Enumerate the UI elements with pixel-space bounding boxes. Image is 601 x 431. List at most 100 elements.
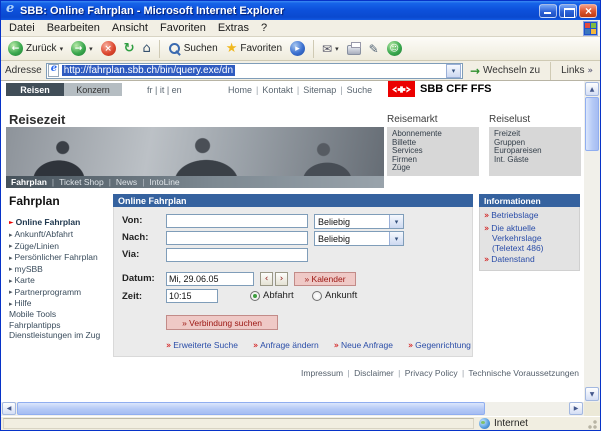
menu-favoriten[interactable]: Favoriten [154, 21, 212, 35]
forward-dropdown-icon[interactable] [89, 43, 93, 54]
top-link-home[interactable]: Home [228, 85, 252, 95]
verkehrslage-link[interactable]: »Die aktuelle Verkehrslage (Teletext 486… [484, 224, 575, 254]
address-dropdown-icon[interactable] [446, 64, 461, 78]
radio-icon[interactable] [312, 291, 322, 301]
go-button[interactable]: Wechseln zu [467, 63, 543, 79]
banner-tab-news[interactable]: News [116, 177, 137, 187]
sidebar-item-hilfe[interactable]: Hilfe [9, 298, 112, 310]
menu-ansicht[interactable]: Ansicht [106, 21, 154, 35]
vertical-scrollbar[interactable]: ▲ ▼ [584, 81, 600, 402]
browser-viewport: Reisen Konzern fr | it | en Home | Konta… [1, 81, 600, 402]
menu-extras[interactable]: Extras [212, 21, 255, 35]
via-input[interactable] [166, 248, 308, 262]
favorites-button[interactable]: Favoriten [223, 39, 285, 58]
close-button[interactable] [579, 4, 597, 18]
reisemarkt-link[interactable]: Züge [392, 164, 474, 173]
messenger-button[interactable] [384, 39, 405, 58]
scroll-left-icon[interactable]: ◀ [2, 402, 16, 415]
sidebar-item-fahrplantipps[interactable]: Fahrplantipps [9, 320, 112, 331]
top-link-suche[interactable]: Suche [347, 85, 373, 95]
horizontal-scroll-thumb[interactable] [17, 402, 485, 415]
language-links[interactable]: fr | it | en [147, 85, 182, 95]
menu-datei[interactable]: Datei [3, 21, 41, 35]
menu-hilfe[interactable]: ? [255, 21, 273, 35]
banner-tab-fahrplan[interactable]: Fahrplan [11, 177, 47, 187]
technische-voraussetzungen-link[interactable]: Technische Voraussetzungen [468, 368, 579, 378]
verbindung-suchen-button[interactable]: » Verbindung suchen [166, 315, 278, 330]
sidebar-item-dienstleistungen[interactable]: Dienstleistungen im Zug [9, 330, 112, 341]
sidebar-item-ankunft-abfahrt[interactable]: Ankunft/Abfahrt [9, 229, 112, 241]
anfrage-aendern-link[interactable]: »Anfrage ändern [253, 340, 319, 351]
sidebar-item-persoenlicher-fahrplan[interactable]: Persönlicher Fahrplan [9, 252, 112, 264]
sidebar-item-label: Partnerprogramm [15, 287, 82, 298]
forward-button[interactable]: → [68, 39, 96, 58]
neue-anfrage-link[interactable]: »Neue Anfrage [334, 340, 393, 351]
maximize-button[interactable] [559, 4, 577, 18]
disclaimer-link[interactable]: Disclaimer [354, 368, 394, 378]
ankunft-radio[interactable]: Ankunft [312, 290, 357, 301]
back-button[interactable]: ← Zurück [5, 39, 66, 58]
kalender-button[interactable]: » Kalender [294, 272, 356, 286]
sidebar-item-zuege-linien[interactable]: Züge/Linien [9, 240, 112, 252]
scroll-up-icon[interactable]: ▲ [585, 82, 599, 96]
vertical-scroll-thumb[interactable] [585, 97, 599, 151]
address-input[interactable]: http://fahrplan.sbb.ch/bin/query.exe/dn [46, 63, 463, 79]
home-button[interactable] [140, 39, 154, 58]
top-link-kontakt[interactable]: Kontakt [262, 85, 293, 95]
zeit-input[interactable] [166, 289, 218, 303]
edit-icon [369, 42, 379, 56]
sidebar-item-mobile-tools[interactable]: Mobile Tools [9, 309, 112, 320]
title-bar[interactable]: SBB: Online Fahrplan - Microsoft Interne… [1, 1, 600, 20]
resize-grip[interactable] [586, 418, 598, 430]
nav-tab-reisen[interactable]: Reisen [6, 83, 64, 96]
abfahrt-radio[interactable]: Abfahrt [250, 290, 294, 301]
links-button[interactable]: Links [558, 64, 596, 77]
links-label: Links [561, 65, 584, 76]
stop-button[interactable]: × [98, 39, 119, 58]
stop-icon: × [101, 41, 116, 56]
bullet-icon: » [484, 211, 489, 221]
search-button[interactable]: Suchen [165, 40, 221, 57]
datenstand-link[interactable]: »Datenstand [484, 255, 575, 266]
banner-tab-ticket-shop[interactable]: Ticket Shop [59, 177, 104, 187]
von-input[interactable] [166, 214, 308, 228]
impressum-link[interactable]: Impressum [301, 368, 343, 378]
nach-type-select[interactable]: Beliebig [314, 231, 404, 246]
betriebslage-link[interactable]: »Betriebslage [484, 211, 575, 222]
chevron-down-icon[interactable] [389, 232, 403, 245]
next-day-button[interactable]: › [275, 272, 288, 286]
menu-bearbeiten[interactable]: Bearbeiten [41, 21, 106, 35]
banner-tab-intoline[interactable]: IntoLine [149, 177, 179, 187]
edit-button[interactable] [366, 40, 382, 58]
scrollbar-corner [584, 402, 600, 416]
sidebar-item-label: Hilfe [15, 298, 32, 309]
gegenrichtung-link[interactable]: »Gegenrichtung [408, 340, 471, 351]
browser-window: SBB: Online Fahrplan - Microsoft Interne… [0, 0, 601, 431]
von-type-select[interactable]: Beliebig [314, 214, 404, 229]
nav-tab-konzern[interactable]: Konzern [64, 83, 122, 96]
back-dropdown-icon[interactable] [60, 43, 64, 54]
reiselust-link[interactable]: Int. Gäste [494, 156, 576, 165]
chevron-down-icon[interactable] [389, 215, 403, 228]
top-link-sitemap[interactable]: Sitemap [303, 85, 336, 95]
mail-button[interactable] [319, 40, 342, 58]
horizontal-scrollbar[interactable]: ◀ ▶ [1, 402, 600, 416]
nach-input[interactable] [166, 231, 308, 245]
sidebar-item-karte[interactable]: Karte [9, 275, 112, 287]
privacy-policy-link[interactable]: Privacy Policy [405, 368, 458, 378]
sidebar-item-online-fahrplan[interactable]: Online Fahrplan [9, 216, 112, 229]
media-button[interactable] [287, 39, 308, 58]
scroll-down-icon[interactable]: ▼ [585, 387, 599, 401]
sidebar-item-mysbb[interactable]: mySBB [9, 263, 112, 275]
minimize-button[interactable] [539, 4, 557, 18]
print-button[interactable] [344, 40, 364, 57]
previous-day-button[interactable]: ‹ [260, 272, 273, 286]
erweiterte-suche-link[interactable]: »Erweiterte Suche [166, 340, 238, 351]
scroll-right-icon[interactable]: ▶ [569, 402, 583, 415]
radio-selected-icon[interactable] [250, 291, 260, 301]
datum-input[interactable] [166, 272, 254, 286]
sidebar-item-partnerprogramm[interactable]: Partnerprogramm [9, 286, 112, 298]
refresh-button[interactable] [121, 39, 138, 58]
separator: | [462, 368, 464, 378]
mail-dropdown-icon[interactable] [335, 43, 339, 54]
